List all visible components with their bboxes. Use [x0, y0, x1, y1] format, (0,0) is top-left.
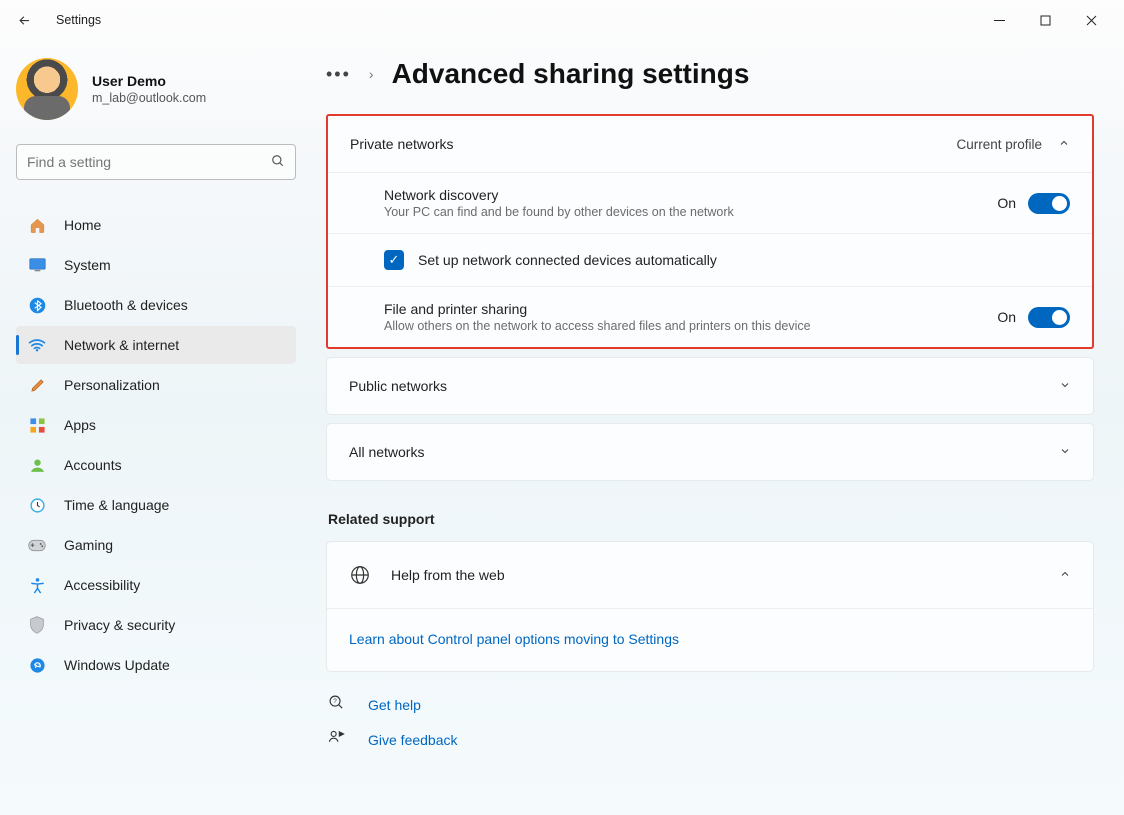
nav-privacy[interactable]: Privacy & security	[16, 606, 296, 644]
nav-accounts[interactable]: Accounts	[16, 446, 296, 484]
bluetooth-icon	[28, 296, 46, 314]
breadcrumb: ••• › Advanced sharing settings	[326, 58, 1094, 90]
nav-label: Bluetooth & devices	[64, 297, 188, 313]
maximize-button[interactable]	[1022, 5, 1068, 35]
nav-label: Windows Update	[64, 657, 170, 673]
help-link[interactable]: Learn about Control panel options moving…	[349, 631, 679, 647]
nav-gaming[interactable]: Gaming	[16, 526, 296, 564]
chevron-right-icon: ›	[369, 66, 374, 82]
avatar	[16, 58, 78, 120]
all-networks-panel[interactable]: All networks	[326, 423, 1094, 481]
help-title: Help from the web	[391, 567, 505, 583]
nav-personalization[interactable]: Personalization	[16, 366, 296, 404]
home-icon	[28, 216, 46, 234]
row-title: Network discovery	[384, 187, 734, 203]
toggle-state: On	[997, 195, 1016, 211]
nav-label: Apps	[64, 417, 96, 433]
gaming-icon	[28, 536, 46, 554]
chevron-down-icon	[1059, 379, 1071, 394]
accessibility-icon	[28, 576, 46, 594]
chevron-down-icon	[1059, 445, 1071, 460]
link-label: Get help	[368, 697, 421, 713]
row-desc: Your PC can find and be found by other d…	[384, 205, 734, 219]
auto-setup-checkbox[interactable]: ✓	[384, 250, 404, 270]
nav-accessibility[interactable]: Accessibility	[16, 566, 296, 604]
private-networks-panel: Private networks Current profile Network…	[326, 114, 1094, 349]
nav-system[interactable]: System	[16, 246, 296, 284]
related-support-label: Related support	[328, 511, 1094, 527]
file-printer-sharing-row: File and printer sharing Allow others on…	[328, 286, 1092, 347]
auto-setup-row[interactable]: ✓ Set up network connected devices autom…	[328, 233, 1092, 286]
row-desc: Allow others on the network to access sh…	[384, 319, 811, 333]
current-profile-badge: Current profile	[956, 137, 1042, 152]
file-sharing-toggle[interactable]	[1028, 307, 1070, 328]
chevron-up-icon	[1058, 137, 1070, 152]
brush-icon	[28, 376, 46, 394]
nav-network[interactable]: Network & internet	[16, 326, 296, 364]
toggle-state: On	[997, 309, 1016, 325]
row-title: File and printer sharing	[384, 301, 811, 317]
nav-label: Gaming	[64, 537, 113, 553]
shield-icon	[28, 616, 46, 634]
back-button[interactable]	[10, 6, 38, 34]
wifi-icon	[28, 336, 46, 354]
update-icon	[28, 656, 46, 674]
apps-icon	[28, 416, 46, 434]
nav-label: Accessibility	[64, 577, 140, 593]
nav-label: System	[64, 257, 111, 273]
minimize-button[interactable]	[976, 5, 1022, 35]
search-box[interactable]	[16, 144, 296, 180]
nav-bluetooth[interactable]: Bluetooth & devices	[16, 286, 296, 324]
nav-label: Accounts	[64, 457, 122, 473]
accounts-icon	[28, 456, 46, 474]
nav-update[interactable]: Windows Update	[16, 646, 296, 684]
profile-email: m_lab@outlook.com	[92, 91, 206, 105]
get-help-link[interactable]: ? Get help	[328, 694, 1094, 715]
close-button[interactable]	[1068, 5, 1114, 35]
public-networks-panel[interactable]: Public networks	[326, 357, 1094, 415]
nav-label: Time & language	[64, 497, 169, 513]
nav-home[interactable]: Home	[16, 206, 296, 244]
svg-text:?: ?	[333, 698, 337, 705]
feedback-link[interactable]: Give feedback	[328, 729, 1094, 750]
chevron-up-icon	[1059, 568, 1071, 583]
nav-label: Privacy & security	[64, 617, 175, 633]
search-icon	[271, 154, 285, 171]
network-discovery-toggle[interactable]	[1028, 193, 1070, 214]
profile-block[interactable]: User Demo m_lab@outlook.com	[16, 58, 296, 120]
help-icon: ?	[328, 694, 346, 715]
private-networks-header[interactable]: Private networks Current profile	[328, 116, 1092, 172]
nav-label: Personalization	[64, 377, 160, 393]
clock-icon	[28, 496, 46, 514]
breadcrumb-more[interactable]: •••	[326, 64, 351, 85]
checkbox-label: Set up network connected devices automat…	[418, 252, 717, 268]
nav-label: Network & internet	[64, 337, 179, 353]
nav-apps[interactable]: Apps	[16, 406, 296, 444]
network-discovery-row: Network discovery Your PC can find and b…	[328, 172, 1092, 233]
search-input[interactable]	[27, 154, 271, 170]
system-icon	[28, 256, 46, 274]
profile-name: User Demo	[92, 73, 206, 89]
nav-time[interactable]: Time & language	[16, 486, 296, 524]
window-title: Settings	[56, 13, 101, 27]
panel-title: Public networks	[349, 378, 447, 394]
panel-title: Private networks	[350, 136, 453, 152]
globe-icon	[349, 564, 371, 586]
help-panel: Help from the web Learn about Control pa…	[326, 541, 1094, 672]
feedback-icon	[328, 729, 346, 750]
nav-label: Home	[64, 217, 101, 233]
panel-title: All networks	[349, 444, 424, 460]
help-header-row[interactable]: Help from the web	[327, 542, 1093, 608]
link-label: Give feedback	[368, 732, 458, 748]
page-title: Advanced sharing settings	[392, 58, 750, 90]
